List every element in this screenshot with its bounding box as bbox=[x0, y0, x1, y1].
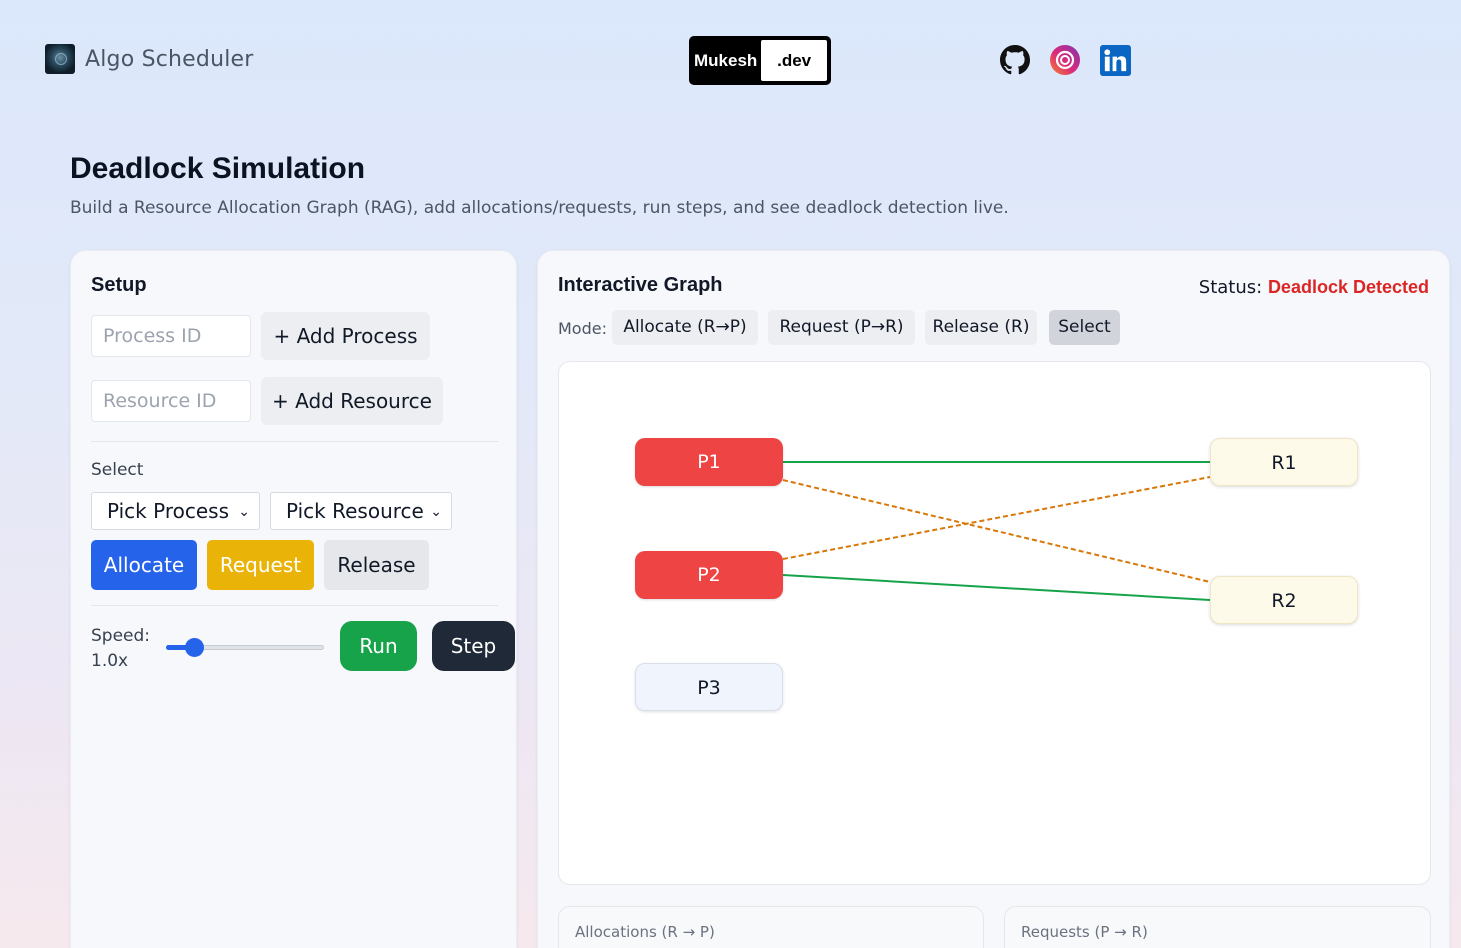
mode-release-button[interactable]: Release (R) bbox=[925, 310, 1037, 345]
request-edge[interactable] bbox=[782, 476, 1211, 560]
pick-resource-value: Pick Resource bbox=[286, 499, 424, 523]
request-button[interactable]: Request bbox=[207, 540, 314, 590]
app-logo-icon bbox=[45, 44, 75, 74]
mode-allocate-button[interactable]: Allocate (R→P) bbox=[612, 310, 758, 345]
setup-card: Setup Process ID + Add Process Resource … bbox=[70, 250, 517, 948]
release-button[interactable]: Release bbox=[324, 540, 429, 590]
mode-select-button[interactable]: Select bbox=[1049, 310, 1120, 345]
speed-label-text: Speed: bbox=[91, 626, 151, 646]
allocate-button[interactable]: Allocate bbox=[91, 540, 197, 590]
process-node[interactable]: P1 bbox=[635, 438, 783, 486]
select-label: Select bbox=[91, 460, 144, 480]
add-resource-button[interactable]: + Add Resource bbox=[261, 377, 443, 425]
graph-card: Interactive Graph Status: Deadlock Detec… bbox=[537, 250, 1450, 948]
resource-node[interactable]: R2 bbox=[1210, 576, 1358, 624]
add-process-button[interactable]: + Add Process bbox=[261, 312, 430, 360]
graph-title: Interactive Graph bbox=[558, 274, 723, 296]
divider bbox=[91, 605, 498, 606]
process-id-input[interactable]: Process ID bbox=[91, 315, 251, 357]
status-badge: Deadlock Detected bbox=[1267, 277, 1429, 297]
resource-id-input[interactable]: Resource ID bbox=[91, 380, 251, 422]
setup-title: Setup bbox=[91, 274, 147, 296]
github-icon[interactable] bbox=[999, 44, 1031, 76]
requests-panel: Requests (P → R) bbox=[1004, 906, 1431, 948]
speed-label: Speed: 1.0x bbox=[91, 624, 150, 674]
allocation-edge[interactable] bbox=[782, 574, 1211, 601]
mode-label: Mode: bbox=[558, 319, 607, 338]
logo-text-right: .dev bbox=[761, 40, 827, 81]
run-button[interactable]: Run bbox=[340, 621, 417, 671]
pick-process-value: Pick Process bbox=[107, 499, 229, 523]
instagram-icon[interactable] bbox=[1049, 44, 1081, 76]
requests-title: Requests (P → R) bbox=[1021, 923, 1148, 941]
status-label: Status: bbox=[1198, 277, 1263, 298]
divider bbox=[91, 441, 498, 442]
mukesh-dev-logo[interactable]: Mukesh .dev bbox=[689, 36, 831, 85]
chevron-down-icon: ⌄ bbox=[238, 504, 250, 520]
graph-canvas[interactable]: P1 P2 P3 R1 R2 bbox=[558, 361, 1431, 885]
logo-text-left: Mukesh bbox=[694, 50, 758, 70]
pick-process-select[interactable]: Pick Process ⌄ bbox=[91, 492, 260, 530]
linkedin-icon[interactable] bbox=[1099, 44, 1131, 76]
page-title: Deadlock Simulation bbox=[70, 152, 366, 185]
allocations-title: Allocations (R → P) bbox=[575, 923, 715, 941]
step-button[interactable]: Step bbox=[432, 621, 515, 671]
allocations-panel: Allocations (R → P) bbox=[558, 906, 984, 948]
mode-request-button[interactable]: Request (P→R) bbox=[768, 310, 915, 345]
brand[interactable]: Algo Scheduler bbox=[45, 44, 254, 74]
request-edge[interactable] bbox=[782, 479, 1211, 583]
page-subtitle: Build a Resource Allocation Graph (RAG),… bbox=[70, 198, 1009, 218]
app-name: Algo Scheduler bbox=[85, 46, 254, 72]
resource-node[interactable]: R1 bbox=[1210, 438, 1358, 486]
process-node[interactable]: P2 bbox=[635, 551, 783, 599]
status-text: Status: Deadlock Detected bbox=[1199, 277, 1429, 298]
speed-value: 1.0x bbox=[91, 651, 129, 671]
process-node[interactable]: P3 bbox=[635, 663, 783, 711]
slider-thumb[interactable] bbox=[185, 638, 205, 657]
pick-resource-select[interactable]: Pick Resource ⌄ bbox=[270, 492, 452, 530]
speed-slider[interactable] bbox=[166, 637, 324, 657]
chevron-down-icon: ⌄ bbox=[430, 504, 442, 520]
